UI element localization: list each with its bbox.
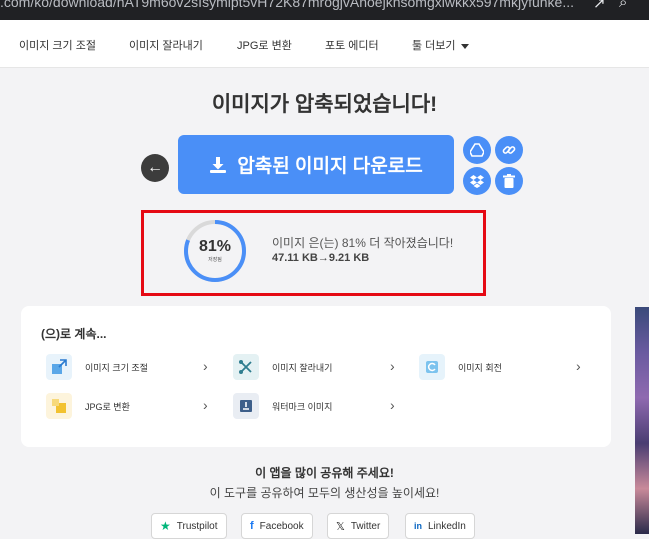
chevron-right-icon: ›: [203, 397, 208, 413]
lens-icon[interactable]: ⌕: [619, 0, 627, 11]
download-icon: [210, 156, 227, 173]
share-button-label: LinkedIn: [428, 520, 466, 532]
download-button[interactable]: 압축된 이미지 다운로드: [178, 135, 454, 194]
chevron-right-icon: ›: [203, 358, 208, 374]
share-linkedin-button[interactable]: in LinkedIn: [405, 513, 475, 539]
chevron-down-icon: [460, 43, 469, 49]
chevron-right-icon: ›: [390, 397, 395, 413]
google-drive-icon: [470, 143, 484, 157]
more-tools-label: 툴 더보기: [412, 40, 456, 52]
percent-sub-label: 저장됨: [208, 257, 222, 263]
share-subtitle: 이 도구를 공유하여 모두의 생산성을 높이세요!: [209, 486, 440, 500]
top-navigation: 이미지 크기 조절 이미지 잘라내기 JPG로 변환 포토 에디터 툴 더보기: [0, 20, 649, 68]
continue-tool-resize[interactable]: 이미지 크기 조절 ›: [46, 354, 216, 380]
continue-with-card: (으)로 계속... 이미지 크기 조절 › 이미지 잘라내기 › 이미지 회전…: [21, 306, 611, 447]
rotate-icon: [419, 354, 445, 380]
download-label: 압축된 이미지 다운로드: [237, 156, 423, 177]
dropbox-button[interactable]: [463, 167, 491, 195]
size-before: 47.11 KB: [272, 252, 318, 264]
google-drive-button[interactable]: [463, 136, 491, 164]
nav-item-more-tools[interactable]: 툴 더보기: [412, 37, 469, 53]
copy-link-button[interactable]: [495, 136, 523, 164]
share-trustpilot-button[interactable]: ★ Trustpilot: [151, 513, 227, 539]
continue-tool-crop[interactable]: 이미지 잘라내기 ›: [233, 354, 403, 380]
continue-tool-watermark[interactable]: 워터마크 이미지 ›: [233, 393, 403, 419]
chevron-right-icon: ›: [576, 358, 581, 374]
star-icon: ★: [160, 519, 171, 533]
dropbox-icon: [470, 175, 484, 188]
tool-label: 이미지 크기 조절: [85, 363, 148, 373]
link-icon: [502, 146, 516, 154]
percent-label: 81%: [198, 238, 232, 255]
size-after: 9.21 KB: [328, 252, 370, 264]
share-page-icon[interactable]: ↗: [593, 0, 606, 12]
continue-tool-jpg-convert[interactable]: JPG로 변환 ›: [46, 393, 216, 419]
continue-tool-rotate[interactable]: 이미지 회전 ›: [419, 354, 589, 380]
nav-item-photo-editor[interactable]: 포토 에디터: [325, 37, 379, 53]
share-button-label: Facebook: [259, 520, 304, 532]
share-twitter-button[interactable]: 𝕏 Twitter: [327, 513, 390, 539]
result-message: 이미지 은(는) 81% 더 작아졌습니다!: [272, 236, 454, 250]
tool-label: JPG로 변환: [85, 402, 130, 412]
size-arrow: →: [317, 252, 329, 264]
share-title: 이 앱을 많이 공유해 주세요!: [255, 466, 394, 480]
crop-icon: [233, 354, 259, 380]
tool-label: 워터마크 이미지: [272, 402, 333, 412]
page-title: 이미지가 압축되었습니다!: [211, 93, 438, 116]
share-facebook-button[interactable]: f Facebook: [241, 513, 313, 539]
ad-image-strip: [635, 307, 649, 534]
share-button-label: Twitter: [350, 520, 381, 532]
back-button[interactable]: ←: [141, 154, 169, 182]
jpg-convert-icon: [46, 393, 72, 419]
resize-icon: [46, 354, 72, 380]
share-button-label: Trustpilot: [176, 520, 218, 532]
tool-label: 이미지 잘라내기: [272, 363, 333, 373]
facebook-icon: f: [250, 520, 254, 532]
watermark-icon: [233, 393, 259, 419]
delete-button[interactable]: [495, 167, 523, 195]
file-size-change: 47.11 KB→9.21 KB: [272, 252, 369, 264]
continue-title: (으)로 계속...: [41, 327, 107, 341]
browser-url-bar[interactable]: .com/ko/download/nAT9m6ov2sIsymipt5vH72K…: [0, 0, 649, 20]
nav-item-resize[interactable]: 이미지 크기 조절: [19, 37, 96, 53]
nav-item-jpg-convert[interactable]: JPG로 변환: [237, 37, 292, 53]
x-twitter-icon: 𝕏: [336, 520, 345, 533]
url-text[interactable]: .com/ko/download/nAT9m6ov2sIsymipt5vH72K…: [0, 0, 574, 10]
arrow-left-icon: ←: [147, 159, 163, 176]
tool-label: 이미지 회전: [458, 363, 502, 373]
compression-progress-ring: 81% 저장됨: [182, 218, 248, 284]
chevron-right-icon: ›: [390, 358, 395, 374]
nav-item-crop[interactable]: 이미지 잘라내기: [129, 37, 203, 53]
linkedin-icon: in: [414, 521, 422, 531]
trash-icon: [503, 174, 515, 188]
browser-toolbar-icons: ↗ ⌕: [589, 0, 649, 20]
